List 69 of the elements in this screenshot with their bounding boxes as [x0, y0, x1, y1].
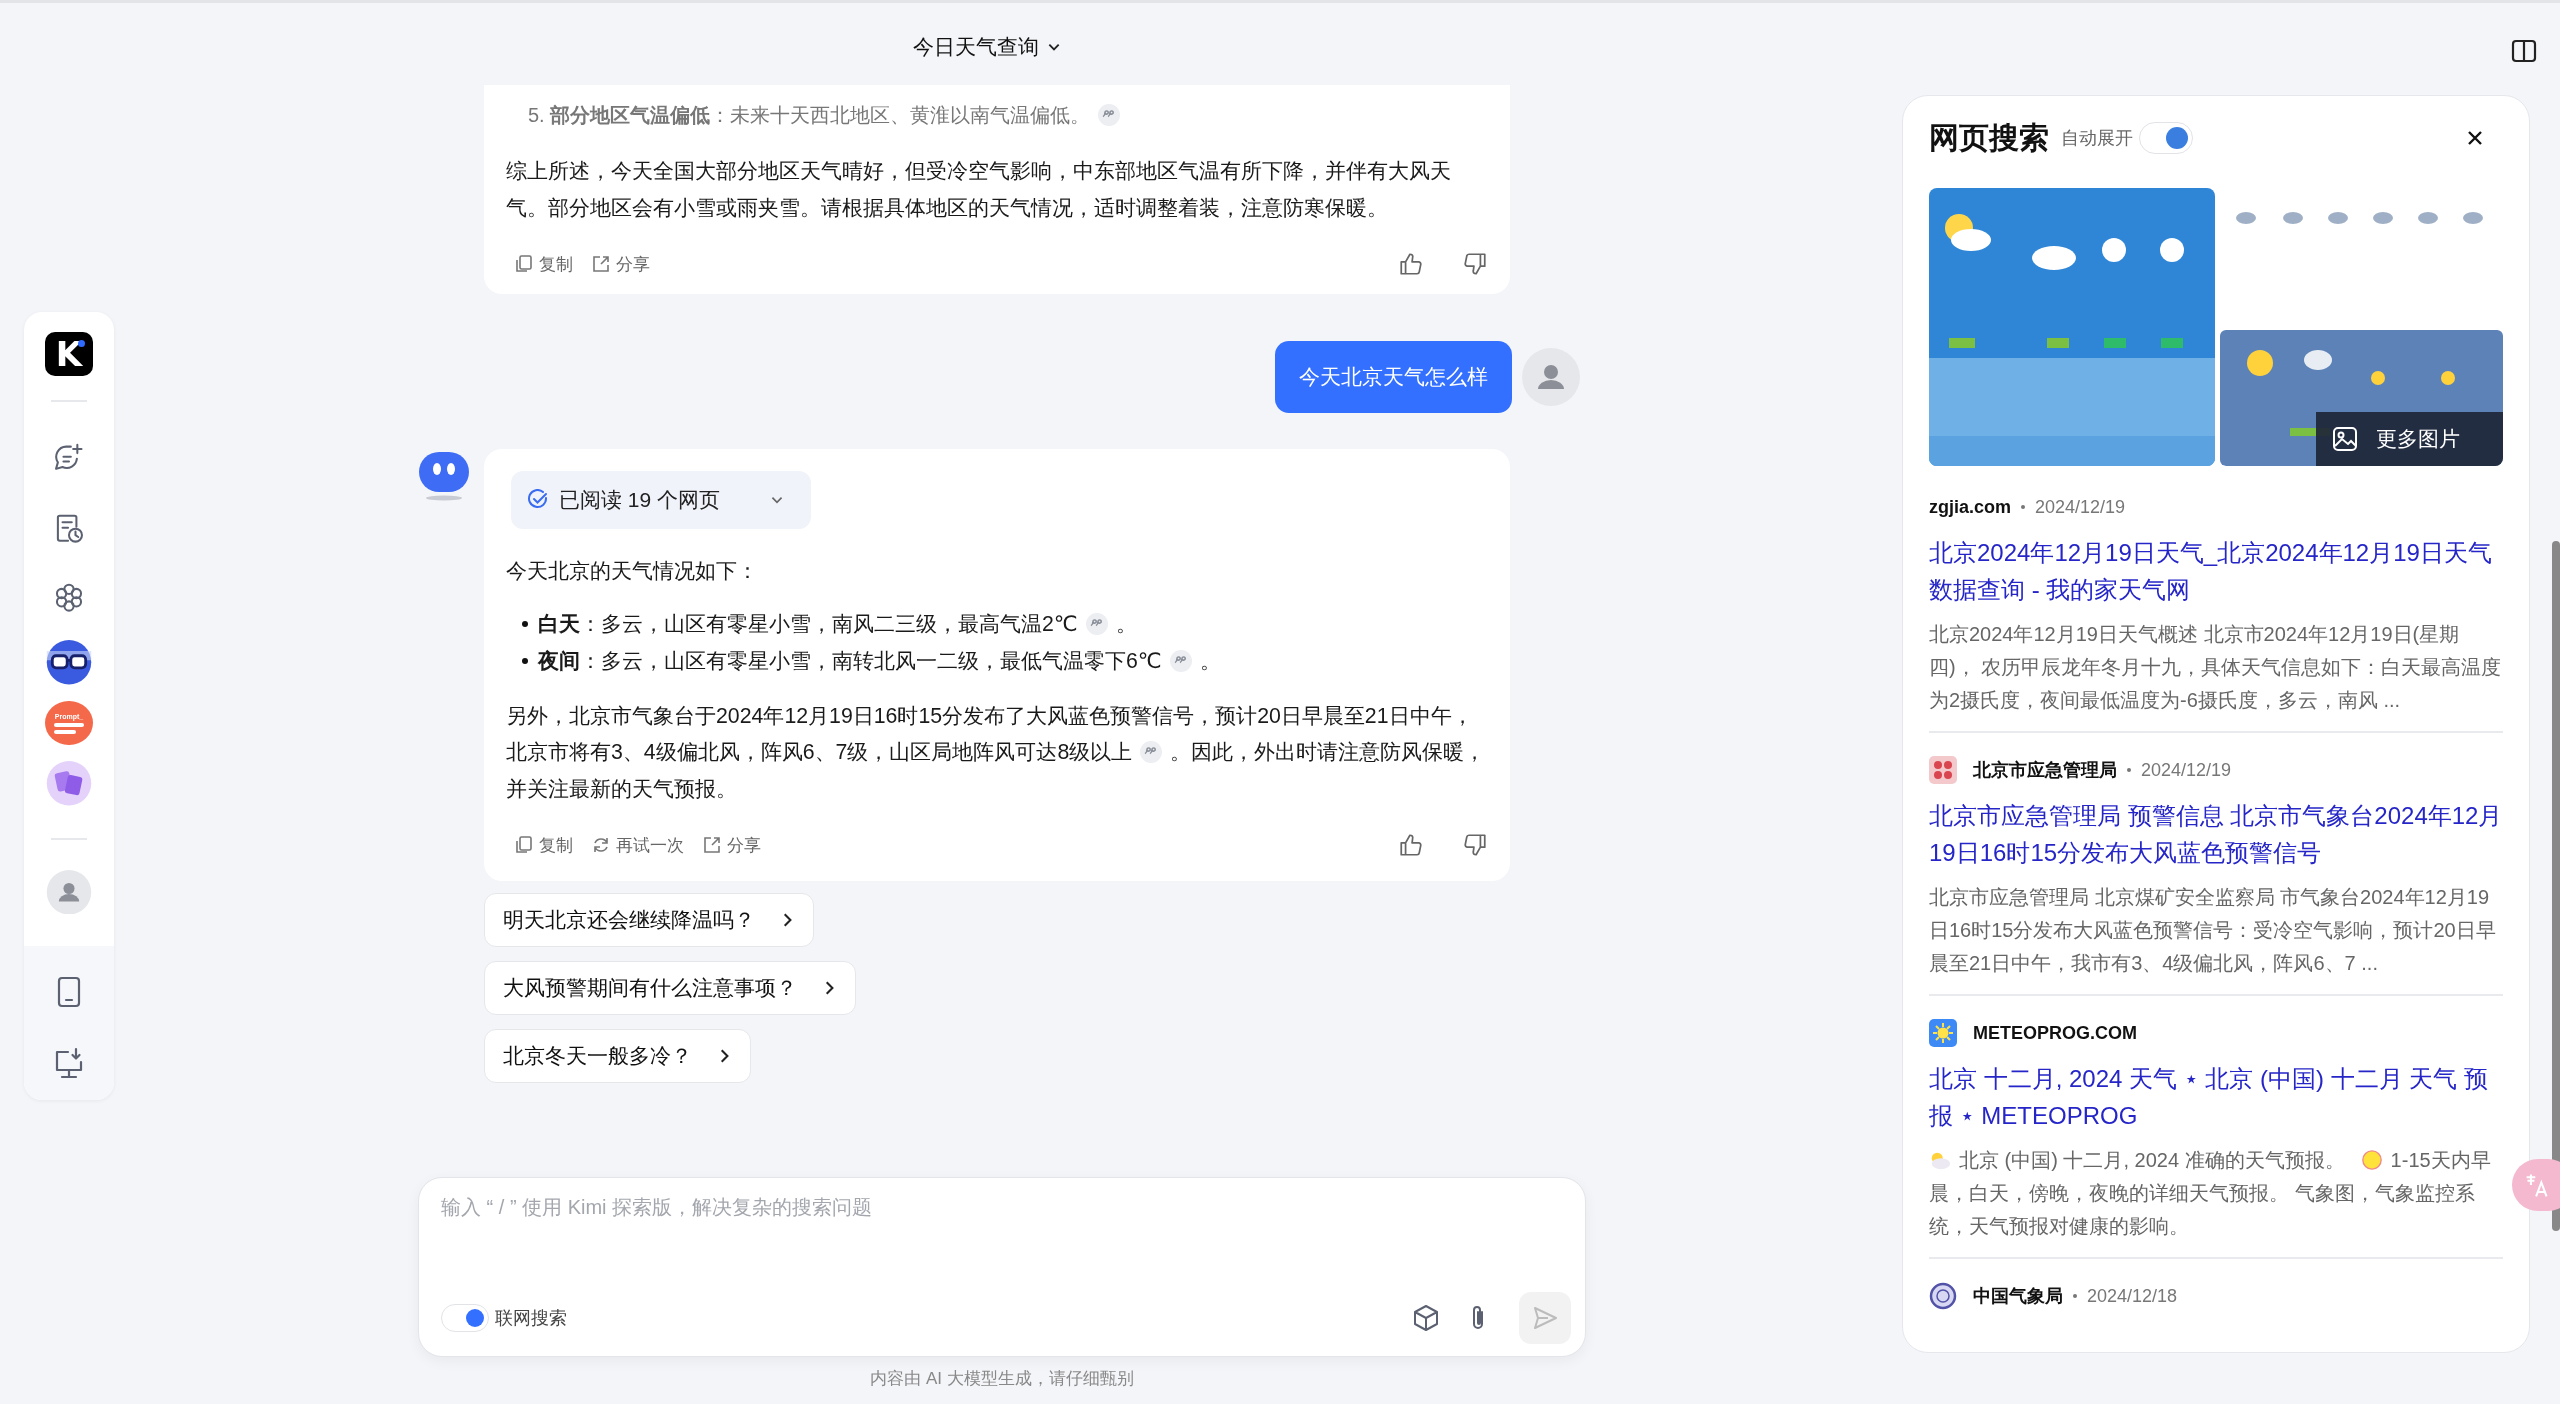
- citation-icon[interactable]: [1085, 612, 1108, 635]
- result-link[interactable]: 北京 十二月, 2024 天气 ⋆ 北京 (中国) 十二月 天气 预报 ⋆ METEOPROG: [1929, 1060, 2503, 1134]
- share-button[interactable]: 分享: [702, 833, 761, 857]
- result-link[interactable]: 北京2024年12月19日天气_北京2024年12月19日天气数据查询 - 我的家天气网: [1929, 534, 2503, 608]
- retry-button[interactable]: 再试一次: [591, 833, 684, 857]
- thumbs-up-icon[interactable]: [1398, 832, 1424, 858]
- disclaimer-text: 内容由 AI 大模型生成，请仔细甄别: [870, 1368, 1134, 1390]
- copy-icon: [514, 254, 534, 274]
- site-icon: [1929, 756, 1957, 784]
- copy-button[interactable]: 复制: [514, 833, 573, 857]
- cube-icon[interactable]: [1411, 1303, 1441, 1333]
- source-name: 中国气象局: [1973, 1285, 2063, 1308]
- source-name: METEOPROG.COM: [1973, 1022, 2137, 1044]
- suggestion-button[interactable]: 北京冬天一般多冷？: [484, 1029, 751, 1083]
- citation-icon[interactable]: [1098, 104, 1121, 126]
- bot-avatar: [418, 449, 470, 501]
- panel-title: 网页搜索: [1929, 119, 2049, 156]
- thumbs-down-icon[interactable]: [1462, 251, 1488, 277]
- split-view-icon[interactable]: [2510, 37, 2538, 65]
- share-button[interactable]: 分享: [591, 252, 650, 276]
- source-name: zgjia.com: [1929, 496, 2012, 518]
- glasses-app-icon[interactable]: [45, 640, 93, 685]
- bullet-text: 白天：多云，山区有零星小雪，南风二三级，最高气温2℃ 。: [538, 610, 1137, 638]
- summary-text: 综上所述，今天全国大部分地区天气晴好，但受冷空气影响，中东部地区气温有所下降，并伴有大风天气。部分地区会有小雪或雨夹雪。请根据具体地区的天气情况，适时调整着装，注意防寒保暖。: [506, 158, 1452, 222]
- answer-intro: 今天北京的天气情况如下：: [506, 558, 759, 585]
- more-images-overlay[interactable]: 更多图片: [2316, 412, 2503, 466]
- image-app-icon[interactable]: [45, 761, 93, 806]
- snippet-text: 北京2024年12月19日天气概述 北京市2024年12月19日(星期四)， 农历甲辰龙年冬月十九，具体天气信息如下：白天最高温度为2摄氏度，夜间最低温度为-6摄氏度，多云，南风 ...: [1929, 622, 2503, 713]
- suggestion-button[interactable]: 明天北京还会继续降温吗？: [484, 893, 814, 947]
- copy-button[interactable]: 复制: [514, 252, 573, 276]
- source-date: 2024/12/19: [2035, 496, 2126, 518]
- share-icon: [702, 835, 722, 855]
- user-message: 今天北京天气怎么样: [1275, 341, 1512, 413]
- snippet-text: 北京市应急管理局 北京煤矿安全监察局 市气象台2024年12月19日16时15分发布大风蓝色预警信号：受冷空气影响，预计20日早晨至21日中午，我市有3、4级偏北风，阵风6、7 ...: [1929, 885, 2497, 976]
- seal-icon: [1929, 1282, 1957, 1310]
- web-search-toggle[interactable]: 联网搜索: [441, 1304, 567, 1332]
- suggestion-button[interactable]: 大风预警期间有什么注意事项？: [484, 961, 856, 1015]
- translate-icon: [2524, 1172, 2550, 1198]
- source-date: 2024/12/18: [2087, 1285, 2178, 1307]
- citation-icon[interactable]: [1169, 649, 1192, 672]
- list-item-text: 5. 部分地区气温偏低：未来十天西北地区、黄淮以南气温偏低。: [506, 85, 1488, 133]
- refresh-icon: [591, 835, 611, 855]
- paragraph-text: 另外，北京市气象台于2024年12月19日16时15分发布了大风蓝色预警信号，预计20日早晨至21日中午，北京市将有3、4级偏北风，阵风6、7级，山区局地阵风可达8级以上 。因此，外出时请注意防风保暖，并关注最新的天气预报。: [506, 702, 1487, 803]
- image-icon: [2332, 426, 2358, 452]
- check-circle-icon: [527, 489, 549, 511]
- bullet-dot: [522, 658, 528, 664]
- thumbs-up-icon[interactable]: [1398, 251, 1424, 277]
- bullet-text: 夜间：多云，山区有零星小雪，南转北风一二级，最低气温零下6℃ 。: [538, 647, 1221, 675]
- source-date: 2024/12/19: [2141, 759, 2232, 781]
- user-avatar[interactable]: [45, 869, 93, 914]
- auto-expand-toggle[interactable]: [2139, 122, 2193, 154]
- thumbs-down-icon[interactable]: [1462, 832, 1488, 858]
- snippet-text: 北京 (中国) 十二月, 2024 准确的天气预报。 1-15天内早晨，白天，傍晚，夜晚的详细天气预报。 气象图，气象监控系统，天气预报对健康的影响。: [1929, 1148, 2492, 1239]
- scrollbar-thumb[interactable]: [2552, 541, 2560, 1231]
- bullet-dot: [522, 621, 528, 627]
- source-name: 北京市应急管理局: [1973, 759, 2117, 782]
- message-input[interactable]: 输入 “ / ” 使用 Kimi 探索版，解决复杂的搜索问题 联网搜索: [418, 1177, 1586, 1357]
- copy-icon: [514, 835, 534, 855]
- sources-button[interactable]: 已阅读 19 个网页: [511, 471, 811, 529]
- citation-icon[interactable]: [1140, 741, 1163, 763]
- result-link[interactable]: 北京市应急管理局 预警信息 北京市气象台2024年12月19日16时15分发布大风蓝色预警信号: [1929, 797, 2503, 871]
- sun-icon: [1929, 1019, 1957, 1047]
- share-icon: [591, 254, 611, 274]
- send-icon: [1531, 1304, 1559, 1332]
- sun-icon: [2360, 1149, 2383, 1171]
- user-avatar: [1522, 348, 1580, 406]
- auto-expand-label: 自动展开: [2061, 127, 2133, 150]
- logo[interactable]: K: [45, 332, 93, 377]
- chat-title[interactable]: 今日天气查询: [903, 27, 1071, 67]
